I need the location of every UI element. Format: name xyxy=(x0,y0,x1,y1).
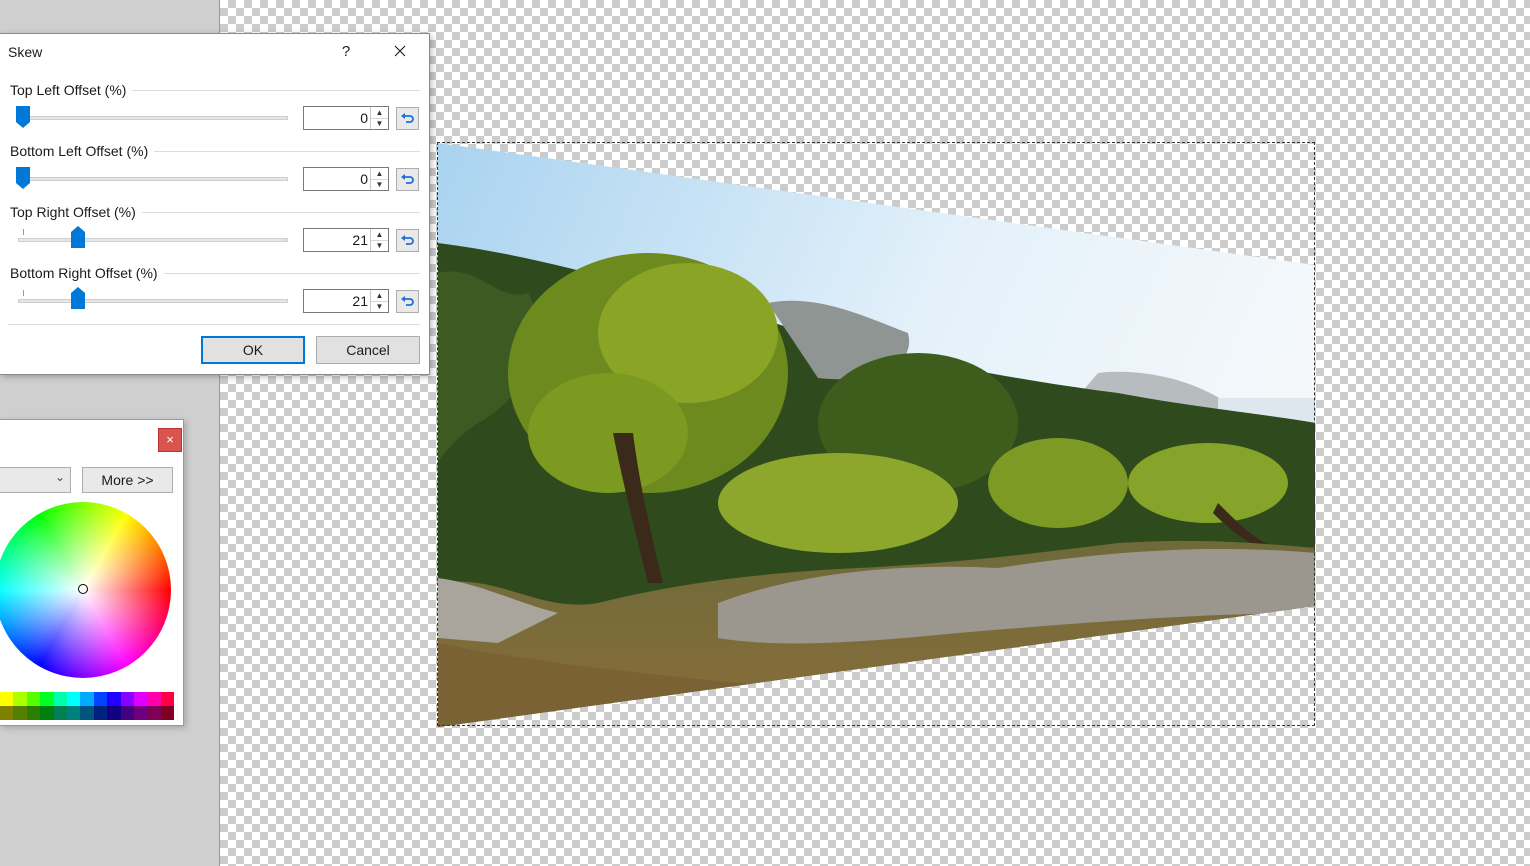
color-palette[interactable] xyxy=(0,692,175,720)
slider-thumb[interactable] xyxy=(71,226,85,248)
palette-swatch[interactable] xyxy=(120,692,134,706)
spinbox-value[interactable]: 21 xyxy=(352,293,368,309)
color-wheel-marker[interactable] xyxy=(78,584,88,594)
palette-swatch[interactable] xyxy=(133,706,148,720)
palette-swatch[interactable] xyxy=(26,706,41,720)
slider-tick xyxy=(23,229,24,235)
palette-swatch[interactable] xyxy=(40,692,54,706)
palette-swatch[interactable] xyxy=(0,706,14,720)
cancel-button[interactable]: Cancel xyxy=(316,336,420,364)
reset-icon xyxy=(401,113,414,123)
close-button[interactable] xyxy=(386,40,414,64)
close-icon xyxy=(394,45,406,57)
ok-button[interactable]: OK xyxy=(201,336,305,364)
color-mode-dropdown[interactable]: ⌄ xyxy=(0,467,71,493)
skew-dialog: Skew ? Top Left Offset (%) 0 ▲ ▼ Bottom L… xyxy=(0,33,430,375)
palette-swatch[interactable] xyxy=(0,692,14,706)
bottom-right-offset-spinbox[interactable]: 21 ▲ ▼ xyxy=(303,289,389,313)
palette-swatch[interactable] xyxy=(160,692,175,706)
palette-row-bottom[interactable] xyxy=(0,706,175,720)
spinbox-value[interactable]: 0 xyxy=(360,171,368,187)
more-button[interactable]: More >> xyxy=(82,467,173,493)
palette-swatch[interactable] xyxy=(147,692,161,706)
top-left-offset-label: Top Left Offset (%) xyxy=(10,82,133,98)
top-right-offset-spinbox[interactable]: 21 ▲ ▼ xyxy=(303,228,389,252)
palette-swatch[interactable] xyxy=(80,692,94,706)
top-left-reset-button[interactable] xyxy=(396,107,419,130)
palette-swatch[interactable] xyxy=(53,706,67,720)
palette-swatch[interactable] xyxy=(26,692,41,706)
colors-panel: × ⌄ More >> xyxy=(0,419,184,726)
slider-tick xyxy=(23,290,24,296)
top-left-offset-spinbox[interactable]: 0 ▲ ▼ xyxy=(303,106,389,130)
palette-swatch[interactable] xyxy=(93,706,108,720)
palette-swatch[interactable] xyxy=(66,692,81,706)
spin-down-icon[interactable]: ▼ xyxy=(371,118,388,129)
palette-swatch[interactable] xyxy=(133,692,148,706)
palette-swatch[interactable] xyxy=(66,706,81,720)
palette-swatch[interactable] xyxy=(53,692,67,706)
palette-swatch[interactable] xyxy=(80,706,94,720)
bottom-left-offset-label: Bottom Left Offset (%) xyxy=(10,143,155,159)
bottom-left-reset-button[interactable] xyxy=(396,168,419,191)
colors-close-button[interactable]: × xyxy=(158,428,182,452)
spinbox-value[interactable]: 21 xyxy=(352,232,368,248)
dialog-title: Skew xyxy=(8,44,43,60)
palette-swatch[interactable] xyxy=(107,692,121,706)
slider-thumb[interactable] xyxy=(71,287,85,309)
bottom-left-offset-slider[interactable] xyxy=(18,177,288,181)
palette-swatch[interactable] xyxy=(147,706,161,720)
bottom-right-offset-slider[interactable] xyxy=(18,299,288,303)
bottom-left-offset-spinbox[interactable]: 0 ▲ ▼ xyxy=(303,167,389,191)
reset-icon xyxy=(401,174,414,184)
top-right-reset-button[interactable] xyxy=(396,229,419,252)
palette-row-top[interactable] xyxy=(0,692,175,706)
slider-thumb[interactable] xyxy=(16,106,30,128)
bottom-right-reset-button[interactable] xyxy=(396,290,419,313)
palette-swatch[interactable] xyxy=(120,706,134,720)
help-button[interactable]: ? xyxy=(336,40,356,64)
slider-thumb[interactable] xyxy=(16,167,30,189)
spin-down-icon[interactable]: ▼ xyxy=(371,301,388,312)
selection-marquee xyxy=(437,142,1315,726)
chevron-down-icon: ⌄ xyxy=(54,470,65,484)
top-right-offset-label: Top Right Offset (%) xyxy=(10,204,142,220)
reset-icon xyxy=(401,235,414,245)
palette-swatch[interactable] xyxy=(40,706,54,720)
palette-swatch[interactable] xyxy=(13,692,27,706)
palette-swatch[interactable] xyxy=(107,706,121,720)
spin-down-icon[interactable]: ▼ xyxy=(371,179,388,190)
palette-swatch[interactable] xyxy=(13,706,27,720)
top-left-offset-slider[interactable] xyxy=(18,116,288,120)
palette-swatch[interactable] xyxy=(160,706,175,720)
bottom-right-offset-label: Bottom Right Offset (%) xyxy=(10,265,164,281)
palette-swatch[interactable] xyxy=(93,692,108,706)
spin-down-icon[interactable]: ▼ xyxy=(371,240,388,251)
top-right-offset-slider[interactable] xyxy=(18,238,288,242)
button-separator xyxy=(8,324,420,325)
spinbox-value[interactable]: 0 xyxy=(360,110,368,126)
close-icon: × xyxy=(166,432,174,447)
reset-icon xyxy=(401,296,414,306)
